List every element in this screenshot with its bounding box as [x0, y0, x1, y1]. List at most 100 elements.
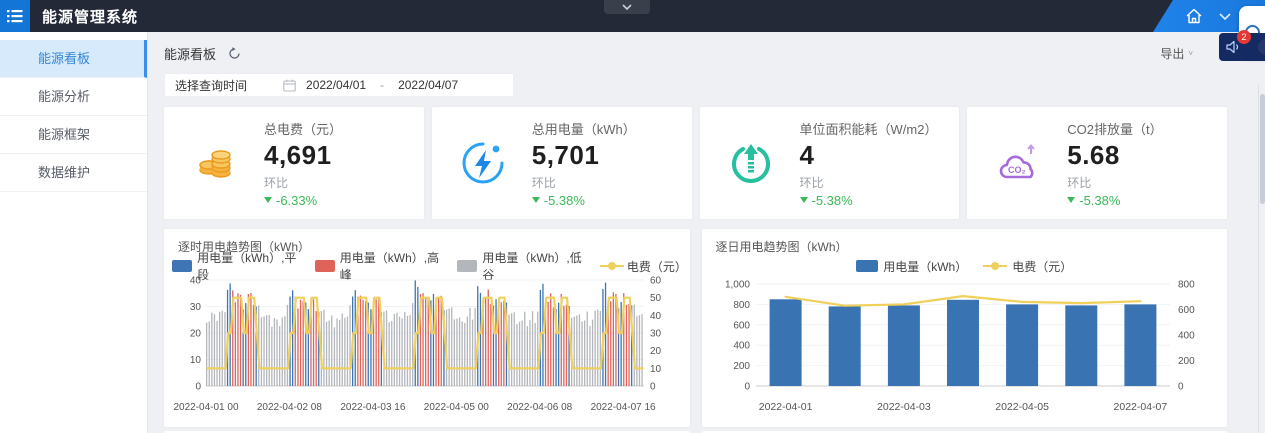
app-title: 能源管理系统 — [42, 6, 138, 27]
svg-text:1,000: 1,000 — [724, 280, 749, 291]
down-arrow-icon — [264, 197, 272, 203]
svg-text:0: 0 — [650, 382, 656, 393]
sidebar-item-energy-dashboard[interactable]: 能源看板 — [0, 40, 147, 78]
svg-text:2022-04-01: 2022-04-01 — [758, 401, 812, 413]
export-label: 导出 — [1160, 45, 1184, 62]
kpi-value: 5.68 — [1067, 140, 1162, 171]
hourly-trend-chart: 01020304001020304050602022-04-01 002022-… — [172, 274, 682, 419]
svg-text:2022-04-07 16: 2022-04-07 16 — [591, 402, 656, 413]
date-separator: - — [380, 78, 384, 92]
kpi-label: 总电费（元） — [264, 119, 342, 138]
svg-text:20: 20 — [650, 346, 662, 357]
daily-trend-card: 逐日用电趋势图（kWh） 用电量（kWh） 电费（元） 0 200 400 600 80… — [702, 229, 1228, 427]
kpi-compare-label: 环比 — [264, 174, 342, 191]
main-content: 能源看板 导出 ˅ 选择查询时间 20 2 — [148, 32, 1265, 433]
svg-text:800: 800 — [1178, 280, 1195, 291]
refresh-icon — [228, 47, 241, 60]
calendar-icon — [283, 79, 296, 92]
svg-text:2022-04-03 16: 2022-04-03 16 — [340, 402, 405, 413]
home-icon[interactable] — [1185, 8, 1203, 24]
list-menu-icon — [7, 9, 23, 23]
daily-chart-legend: 用电量（kWh） 电费（元） — [710, 258, 1220, 274]
hourly-chart-legend: 用电量（kWh）,平段用电量（kWh）,高峰用电量（kWh）,低谷 电费（元） — [172, 258, 682, 274]
legend-item-0[interactable]: 用电量（kWh） — [856, 258, 967, 275]
kpi-change-value: -5.38% — [1079, 193, 1120, 208]
svg-text:2022-04-05 00: 2022-04-05 00 — [424, 402, 489, 413]
down-arrow-icon — [1067, 197, 1075, 203]
kpi-change-value: -5.38% — [544, 193, 585, 208]
svg-text:800: 800 — [733, 300, 750, 311]
svg-text:60: 60 — [650, 276, 662, 287]
kpi-card-energy-intensity: 单位面积能耗（W/m2） 4 环比 -5.38% — [700, 107, 960, 219]
export-button[interactable]: 导出 ˅ — [1160, 45, 1193, 62]
down-arrow-icon — [532, 197, 540, 203]
kpi-label: 总用电量（kWh） — [532, 119, 636, 138]
daily-trend-chart: 02004006008001,00002004006008002022-04-0… — [710, 274, 1220, 419]
date-picker-label: 选择查询时间 — [175, 77, 247, 94]
date-start-value[interactable]: 2022/04/01 — [306, 78, 366, 92]
legend-line-swatch — [983, 260, 1007, 272]
co2-cloud-icon: CO₂ — [995, 140, 1041, 186]
svg-text:600: 600 — [733, 320, 750, 331]
hourly-trend-card: 逐时用电趋势图（kWh） 用电量（kWh）,平段用电量（kWh）,高峰用电量（k… — [164, 229, 690, 427]
svg-text:40: 40 — [650, 311, 662, 322]
legend-bar-swatch — [856, 260, 878, 272]
svg-text:400: 400 — [733, 341, 750, 352]
legend-item-3[interactable]: 电费（元） — [600, 258, 682, 275]
legend-bar-swatch — [457, 260, 477, 272]
kpi-card-row: 总电费（元） 4,691 环比 -6.33% 总用电量（kWh） — [164, 107, 1227, 219]
overlay-extra-icon — [1258, 39, 1265, 55]
kpi-compare-label: 环比 — [532, 174, 636, 191]
svg-text:40: 40 — [190, 276, 202, 287]
sidebar-item-energy-analysis[interactable]: 能源分析 — [0, 78, 147, 116]
svg-text:2022-04-06 08: 2022-04-06 08 — [507, 402, 572, 413]
legend-bar-swatch — [315, 260, 335, 272]
svg-text:30: 30 — [650, 329, 662, 340]
legend-item-1[interactable]: 电费（元） — [983, 258, 1072, 275]
power-arrow-icon — [728, 140, 774, 186]
svg-text:CO₂: CO₂ — [1008, 165, 1026, 175]
svg-text:10: 10 — [650, 364, 662, 375]
notification-widget[interactable]: 2 — [1219, 33, 1265, 61]
chevron-down-icon — [622, 4, 632, 10]
svg-text:2022-04-03: 2022-04-03 — [877, 401, 931, 413]
sidebar-item-energy-framework[interactable]: 能源框架 — [0, 116, 147, 154]
chevron-down-icon[interactable] — [1219, 13, 1231, 20]
svg-text:20: 20 — [190, 329, 202, 340]
kpi-label: 单位面积能耗（W/m2） — [800, 119, 938, 138]
kpi-change-value: -5.38% — [812, 193, 853, 208]
daily-chart-title: 逐日用电趋势图（kWh） — [710, 238, 1220, 255]
kpi-compare-label: 环比 — [800, 174, 938, 191]
scrollbar-thumb[interactable] — [1260, 94, 1265, 204]
date-end-value[interactable]: 2022/04/07 — [398, 78, 458, 92]
kpi-value: 5,701 — [532, 140, 636, 171]
date-range-picker[interactable]: 选择查询时间 2022/04/01 - 2022/04/07 — [164, 73, 514, 97]
down-arrow-icon — [800, 197, 808, 203]
sidebar-nav: 能源看板 能源分析 能源框架 数据维护 — [0, 32, 148, 433]
legend-bar-swatch — [172, 260, 192, 272]
svg-text:200: 200 — [1178, 356, 1195, 367]
kpi-card-total-usage: 总用电量（kWh） 5,701 环比 -5.38% — [432, 107, 692, 219]
kpi-card-co2-emission: CO₂ CO2排放量（t） 5.68 环比 -5.38% — [967, 107, 1227, 219]
svg-text:50: 50 — [650, 293, 662, 304]
kpi-value: 4 — [800, 140, 938, 171]
svg-text:2022-04-02 08: 2022-04-02 08 — [257, 402, 322, 413]
svg-text:0: 0 — [744, 382, 750, 393]
app-header: 能源管理系统 — [0, 0, 1265, 32]
svg-text:0: 0 — [1178, 382, 1184, 393]
collapse-header-tab[interactable] — [604, 0, 650, 14]
svg-text:10: 10 — [190, 355, 202, 366]
sidebar-item-data-maintenance[interactable]: 数据维护 — [0, 154, 147, 192]
charts-row: 逐时用电趋势图（kWh） 用电量（kWh）,平段用电量（kWh）,高峰用电量（k… — [164, 229, 1227, 427]
page-tab-label[interactable]: 能源看板 — [164, 44, 216, 63]
svg-text:2022-04-05: 2022-04-05 — [995, 401, 1049, 413]
kpi-change-value: -6.33% — [276, 193, 317, 208]
svg-text:2022-04-01 00: 2022-04-01 00 — [173, 402, 238, 413]
vertical-scrollbar[interactable] — [1258, 84, 1265, 433]
menu-toggle-button[interactable] — [0, 0, 30, 32]
svg-text:200: 200 — [733, 361, 750, 372]
kpi-compare-label: 环比 — [1067, 174, 1162, 191]
refresh-button[interactable] — [228, 47, 241, 60]
legend-line-swatch — [600, 260, 622, 272]
page-toolbar: 能源看板 导出 ˅ — [148, 32, 1265, 71]
